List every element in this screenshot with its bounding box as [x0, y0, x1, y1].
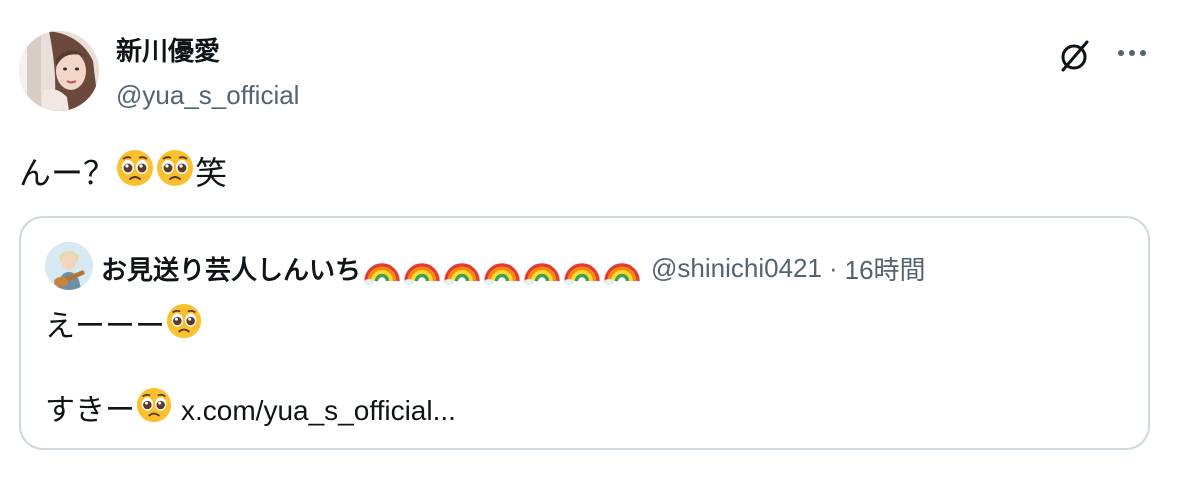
- pleading-face-emoji: [165, 302, 203, 351]
- author-display-name[interactable]: 新川優愛: [116, 34, 220, 68]
- tweet-text-suffix: 笑: [195, 154, 228, 191]
- quote-author-handle[interactable]: @shinichi0421: [651, 253, 822, 284]
- pleading-face-emoji: [135, 386, 173, 435]
- pleading-face-emoji: [155, 148, 195, 197]
- tweet-text-prefix: んー？: [19, 154, 116, 191]
- quote-separator: ·: [828, 252, 838, 283]
- tweet[interactable]: 新川優愛 @yua_s_official んー？ 笑 お見送り芸人しんいち @s…: [0, 0, 1178, 478]
- quote-text-line2: すきー x.com/yua_s_official...: [45, 386, 456, 435]
- quote-avatar-photo: [45, 242, 93, 290]
- rainbow-emoji: [404, 263, 440, 285]
- avatar-photo: [19, 31, 99, 111]
- more-icon[interactable]: [1113, 38, 1151, 72]
- quote-timestamp[interactable]: 16時間: [845, 250, 926, 287]
- rainbow-emoji: [524, 263, 560, 285]
- author-avatar[interactable]: [19, 31, 99, 111]
- rainbow-emoji: [484, 263, 520, 285]
- quote-text-line1: えーーー: [45, 302, 203, 351]
- quote-line1-text: えーーー: [45, 309, 165, 343]
- quote-author-avatar[interactable]: [45, 242, 93, 290]
- author-handle[interactable]: @yua_s_official: [116, 78, 299, 112]
- rainbow-emoji: [444, 263, 480, 285]
- quote-link[interactable]: x.com/yua_s_official...: [181, 391, 456, 431]
- quoted-tweet-card[interactable]: お見送り芸人しんいち @shinichi0421 · 16時間 えーーー すきー…: [19, 216, 1150, 450]
- quote-header: お見送り芸人しんいち @shinichi0421 · 16時間: [101, 250, 926, 286]
- pleading-face-emoji: [115, 148, 155, 197]
- grok-icon[interactable]: [1055, 36, 1095, 76]
- quote-author-display-name[interactable]: お見送り芸人しんいち: [101, 250, 361, 287]
- rainbow-emoji: [564, 263, 600, 285]
- rainbow-emoji: [364, 263, 400, 285]
- tweet-text: んー？ 笑: [19, 148, 227, 197]
- quote-line2-text: すきー: [45, 393, 135, 427]
- rainbow-emoji: [604, 263, 640, 285]
- rainbow-emojis: [363, 249, 643, 287]
